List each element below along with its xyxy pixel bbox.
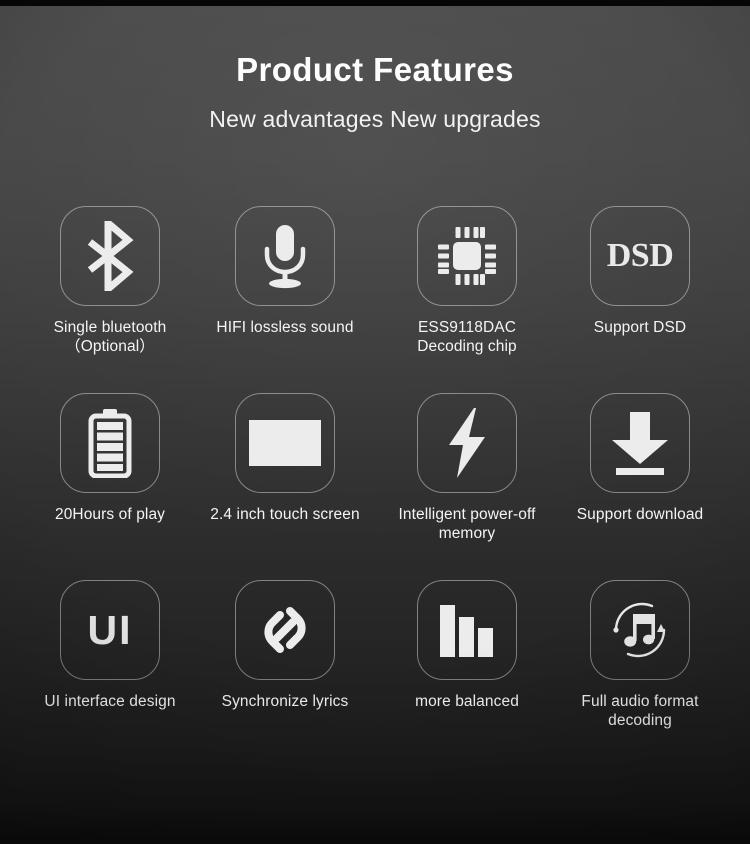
bar-chart-icon <box>440 605 493 657</box>
feature-tile <box>235 580 335 680</box>
feature-item-touch-screen[interactable]: 2.4 inch touch screen <box>197 393 373 524</box>
dsd-text-icon: DSD <box>606 237 674 274</box>
feature-tile <box>590 393 690 493</box>
feature-tile <box>60 393 160 493</box>
bluetooth-icon <box>87 221 134 291</box>
feature-tile <box>417 206 517 306</box>
feature-row-3: UI UI interface design Synchronize lyric… <box>0 580 750 767</box>
microphone-icon <box>264 225 306 289</box>
feature-label: Single bluetooth （Optional） <box>53 319 167 356</box>
feature-item-single-bluetooth[interactable]: Single bluetooth （Optional） <box>22 206 198 357</box>
feature-tile <box>417 580 517 680</box>
feature-grid: Single bluetooth （Optional） HIFI lossles… <box>0 206 750 767</box>
ui-text-icon: UI <box>87 606 133 653</box>
feature-item-ess9118dac-chip[interactable]: ESS9118DAC Decoding chip <box>379 206 555 357</box>
music-note-refresh-icon <box>613 602 666 658</box>
bottom-black-strip <box>0 840 750 844</box>
lightning-bolt-icon <box>449 408 485 478</box>
feature-tile <box>60 206 160 306</box>
page-title: Product Features <box>236 51 514 88</box>
feature-label: Intelligent power-off memory <box>398 506 536 543</box>
download-icon <box>612 412 668 475</box>
feature-label: Full audio format decoding <box>581 693 699 730</box>
feature-item-ui-interface-design[interactable]: UI UI interface design <box>22 580 198 711</box>
top-black-strip <box>0 0 750 6</box>
screen-icon <box>249 420 321 466</box>
feature-label: Support download <box>576 506 704 523</box>
feature-item-more-balanced[interactable]: more balanced <box>379 580 555 711</box>
feature-label: more balanced <box>415 693 519 710</box>
feature-label: HIFI lossless sound <box>216 319 354 336</box>
feature-item-power-off-memory[interactable]: Intelligent power-off memory <box>379 393 555 544</box>
feature-tile: UI <box>60 580 160 680</box>
feature-label: 20Hours of play <box>54 506 166 523</box>
product-features-page: Product Features New advantages New upgr… <box>0 0 750 844</box>
feature-label: Support DSD <box>593 319 687 336</box>
feature-row-2: 20Hours of play 2.4 inch touch screen In… <box>0 393 750 580</box>
page-subtitle: New advantages New upgrades <box>209 106 541 133</box>
chip-icon <box>438 227 496 285</box>
feature-tile <box>235 393 335 493</box>
feature-label: ESS9118DAC Decoding chip <box>417 319 517 356</box>
feature-tile: DSD <box>590 206 690 306</box>
feature-item-synchronize-lyrics[interactable]: Synchronize lyrics <box>197 580 373 711</box>
battery-icon <box>88 409 132 478</box>
feature-label: UI interface design <box>44 693 176 710</box>
feature-label: Synchronize lyrics <box>221 693 349 710</box>
feature-item-hifi-lossless-sound[interactable]: HIFI lossless sound <box>197 206 373 337</box>
feature-tile <box>590 580 690 680</box>
feature-item-full-audio-format-decoding[interactable]: Full audio format decoding <box>552 580 728 731</box>
page-header: Product Features New advantages New upgr… <box>0 51 750 133</box>
feature-row-1: Single bluetooth （Optional） HIFI lossles… <box>0 206 750 393</box>
feature-tile <box>235 206 335 306</box>
feature-item-20hours-of-play[interactable]: 20Hours of play <box>22 393 198 524</box>
feature-item-support-download[interactable]: Support download <box>552 393 728 524</box>
feature-tile <box>417 393 517 493</box>
link-icon <box>264 607 306 653</box>
feature-label: 2.4 inch touch screen <box>210 506 360 523</box>
feature-item-support-dsd[interactable]: DSD Support DSD <box>552 206 728 337</box>
